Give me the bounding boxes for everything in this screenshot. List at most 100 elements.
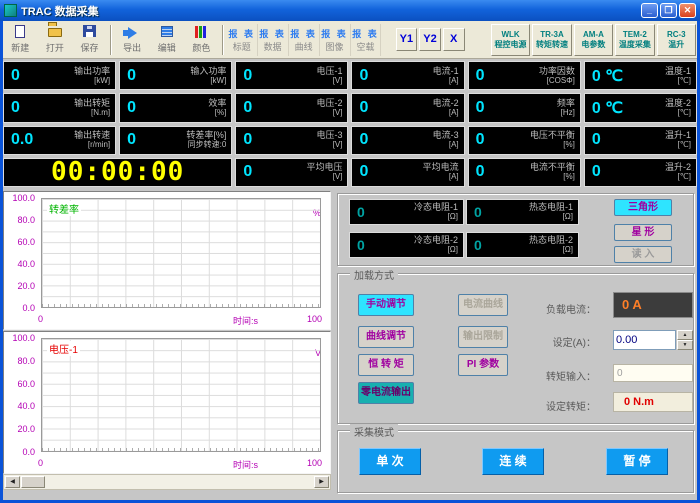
save-button[interactable]: 保存 xyxy=(72,23,107,57)
x-axis-ticks: 0 时间:s 100 xyxy=(4,314,330,326)
meter-frequency: 0 频率[Hz] xyxy=(468,93,581,122)
load-current-display: 0 A xyxy=(613,292,693,318)
meter-output-torque: 0 输出转矩[N.m] xyxy=(3,93,116,122)
set-current-input[interactable] xyxy=(613,330,676,350)
report-title-button[interactable]: 报 表 标题 xyxy=(227,24,258,56)
colors-icon xyxy=(195,26,208,38)
single-capture-button[interactable]: 单 次 xyxy=(359,448,421,475)
meter-voltage-1: 0 电压-1[V] xyxy=(235,61,348,90)
title-bar: TRAC 数据采集 _ ❐ ✕ xyxy=(0,0,700,21)
edit-button[interactable]: 编辑 xyxy=(150,23,185,57)
set-torque-label: 设定转矩： xyxy=(521,398,596,413)
scroll-right-arrow-icon[interactable]: ▶ xyxy=(314,476,329,488)
open-button[interactable]: 打开 xyxy=(38,23,73,57)
meter-current-unbalance: 0 电流不平衡[%] xyxy=(468,158,581,187)
read-in-button[interactable]: 读 入 xyxy=(614,246,672,263)
meter-input-power: 0 输入功率[kW] xyxy=(119,61,232,90)
voltage-chart: 100.0 80.0 60.0 40.0 20.0 0.0 V 电压-1 0 时… xyxy=(3,331,331,474)
device-wlk-power-button[interactable]: WLK 程控电源 xyxy=(491,24,530,56)
edit-list-icon xyxy=(161,26,173,37)
save-disk-icon xyxy=(83,25,96,37)
manual-adjust-button[interactable]: 手动调节 xyxy=(358,294,414,316)
slip-rate-chart: 100.0 80.0 60.0 40.0 20.0 0.0 % 转差率 0 时间… xyxy=(3,191,331,330)
maximize-button[interactable]: ❐ xyxy=(660,3,677,18)
capture-mode-group: 采集模式 单 次 连 续 暂 停 xyxy=(337,430,694,493)
export-arrow-icon xyxy=(128,27,137,39)
current-curve-button[interactable]: 电流曲线 xyxy=(458,294,508,316)
meter-average-voltage: 0 平均电压[V] xyxy=(235,158,348,187)
load-current-label: 负载电流： xyxy=(521,301,596,316)
torque-input-field[interactable] xyxy=(613,364,693,382)
meter-temperature-1: 0 ℃ 温度-1[℃] xyxy=(584,61,697,90)
meter-grid: 0 输出功率[kW] 0 输入功率[kW] 0 电压-1[V] 0 电流-1[A… xyxy=(3,61,697,187)
x-axis-label: 时间:s xyxy=(233,458,258,471)
elapsed-timer: 00:00:00 xyxy=(3,158,232,187)
loading-method-group: 加载方式 手动调节 曲线调节 恒 转 矩 零电流输出 电流曲线 输出限制 PI … xyxy=(337,273,694,424)
torque-input-label: 转矩输入： xyxy=(521,368,596,383)
meter-output-speed: 0.0 输出转速[r/min] xyxy=(3,126,116,155)
device-tem2-temperature-button[interactable]: TEM-2 温度采集 xyxy=(615,24,654,56)
meter-slip-rate: 0 转差率[%]同步转速:0 xyxy=(119,126,232,155)
meter-temp-rise-1: 0 温升-1[℃] xyxy=(584,126,697,155)
window-title: TRAC 数据采集 xyxy=(21,3,639,19)
meter-output-power: 0 输出功率[kW] xyxy=(3,61,116,90)
meter-voltage-2: 0 电压-2[V] xyxy=(235,93,348,122)
resistance-group: 0 冷态电阻-1[Ω] 0 热态电阻-1[Ω] 0 冷态电阻-2[Ω] 0 热态… xyxy=(337,193,694,266)
app-icon xyxy=(4,4,17,17)
meter-current-2: 0 电流-2[A] xyxy=(351,93,464,122)
pi-params-button[interactable]: PI 参数 xyxy=(458,354,508,376)
set-current-spinner[interactable]: ▲ ▼ xyxy=(677,330,693,350)
meter-power-factor: 0 功率因数[COSΦ] xyxy=(468,61,581,90)
device-tr3a-torque-button[interactable]: TR-3A 转矩转速 xyxy=(532,24,571,56)
scrollbar-thumb[interactable] xyxy=(21,476,45,488)
device-ama-power-params-button[interactable]: AM-A 电参数 xyxy=(574,24,613,56)
minimize-button[interactable]: _ xyxy=(641,3,658,18)
plot-area: 电压-1 xyxy=(41,338,321,452)
open-folder-icon xyxy=(48,28,62,37)
scroll-left-arrow-icon[interactable]: ◀ xyxy=(5,476,20,488)
meter-current-3: 0 电流-3[A] xyxy=(351,126,464,155)
set-current-label: 设定(A)： xyxy=(521,334,596,349)
triangle-connection-button[interactable]: 三角形 xyxy=(614,199,672,216)
y-axis-ticks: 100.0 80.0 60.0 40.0 20.0 0.0 xyxy=(4,338,38,452)
plot-area: 转差率 xyxy=(41,198,321,308)
meter-efficiency: 0 效率[%] xyxy=(119,93,232,122)
export-button[interactable]: 导出 xyxy=(115,23,150,57)
star-connection-button[interactable]: 星 形 xyxy=(614,224,672,241)
meter-current-1: 0 电流-1[A] xyxy=(351,61,464,90)
x-axis-ticks: 0 时间:s 100 xyxy=(4,458,330,470)
constant-torque-button[interactable]: 恒 转 矩 xyxy=(358,354,414,376)
meter-average-current: 0 平均电流[A] xyxy=(351,158,464,187)
cold-resistance-2: 0 冷态电阻-2[Ω] xyxy=(349,232,464,258)
close-button[interactable]: ✕ xyxy=(679,3,696,18)
continuous-capture-button[interactable]: 连 续 xyxy=(482,448,544,475)
group-title: 加载方式 xyxy=(350,267,398,282)
new-button[interactable]: 新建 xyxy=(3,23,38,57)
toolbar-separator xyxy=(222,25,224,55)
cold-resistance-1: 0 冷态电阻-1[Ω] xyxy=(349,199,464,225)
app-window: TRAC 数据采集 _ ❐ ✕ 新建 打开 保存 导出 编辑 颜色 xyxy=(0,0,700,503)
toolbar-separator xyxy=(110,25,112,55)
color-button[interactable]: 颜色 xyxy=(184,23,219,57)
group-title: 采集模式 xyxy=(350,424,398,439)
series-legend: 转差率 xyxy=(47,201,81,216)
report-curve-button[interactable]: 报 表 曲线 xyxy=(289,24,320,56)
x-axis-label: 时间:s xyxy=(233,314,258,327)
y2-axis-button[interactable]: Y2 xyxy=(419,28,441,51)
report-image-button[interactable]: 报 表 图像 xyxy=(320,24,351,56)
chart-horizontal-scrollbar[interactable]: ◀ ▶ xyxy=(3,474,331,490)
report-noload-button[interactable]: 报 表 空载 xyxy=(351,24,382,56)
set-torque-display: 0 N.m xyxy=(613,392,693,412)
spinner-up-icon[interactable]: ▲ xyxy=(677,330,693,340)
y1-axis-button[interactable]: Y1 xyxy=(396,28,418,51)
x-axis-button[interactable]: X xyxy=(443,28,465,51)
output-limit-button[interactable]: 输出限制 xyxy=(458,326,508,348)
curve-adjust-button[interactable]: 曲线调节 xyxy=(358,326,414,348)
spinner-down-icon[interactable]: ▼ xyxy=(677,340,693,350)
meter-voltage-3: 0 电压-3[V] xyxy=(235,126,348,155)
zero-current-output-button[interactable]: 零电流输出 xyxy=(358,382,414,404)
device-rc3-temp-rise-button[interactable]: RC-3 温升 xyxy=(657,24,696,56)
pause-capture-button[interactable]: 暂 停 xyxy=(606,448,668,475)
hot-resistance-1: 0 热态电阻-1[Ω] xyxy=(466,199,579,225)
report-data-button[interactable]: 报 表 数据 xyxy=(258,24,289,56)
